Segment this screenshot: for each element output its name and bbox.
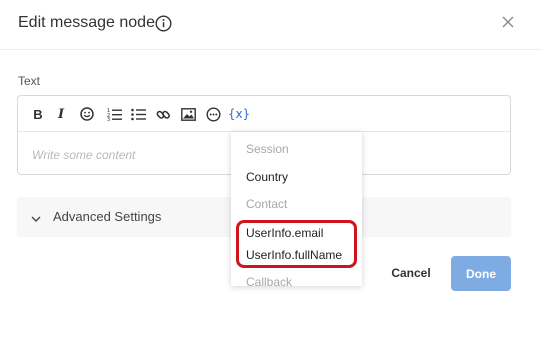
dropdown-group-header: Session — [246, 142, 289, 156]
dropdown-option[interactable]: Country — [246, 170, 288, 184]
highlight-annotation — [236, 220, 357, 268]
chevron-down-icon — [31, 211, 41, 229]
link-icon[interactable] — [155, 105, 171, 123]
dropdown-group-header: Callback — [246, 275, 293, 286]
bullet-list-icon[interactable] — [130, 105, 146, 123]
done-button[interactable]: Done — [451, 256, 511, 291]
ordered-list-icon[interactable]: 1 2 3 — [106, 105, 122, 123]
image-icon[interactable] — [180, 105, 196, 123]
emoji-icon[interactable] — [79, 105, 95, 123]
dropdown-group-header: Contact — [246, 197, 288, 211]
cancel-button[interactable]: Cancel — [380, 258, 442, 288]
close-icon[interactable] — [500, 14, 516, 30]
editor-placeholder: Write some content — [32, 148, 136, 162]
advanced-settings-label: Advanced Settings — [53, 209, 162, 224]
modal-title: Edit message node — [18, 14, 155, 31]
bold-button[interactable]: B — [32, 105, 44, 123]
modal-header: Edit message node — [0, 0, 541, 50]
italic-button[interactable]: I — [56, 105, 66, 123]
more-icon[interactable] — [205, 105, 221, 123]
editor-toolbar: B I 1 2 3 {x} — [18, 96, 510, 132]
insert-variable-button[interactable]: {x} — [228, 105, 250, 123]
info-icon[interactable] — [155, 15, 172, 32]
svg-text:3: 3 — [107, 117, 110, 121]
text-field-label: Text — [18, 74, 41, 88]
